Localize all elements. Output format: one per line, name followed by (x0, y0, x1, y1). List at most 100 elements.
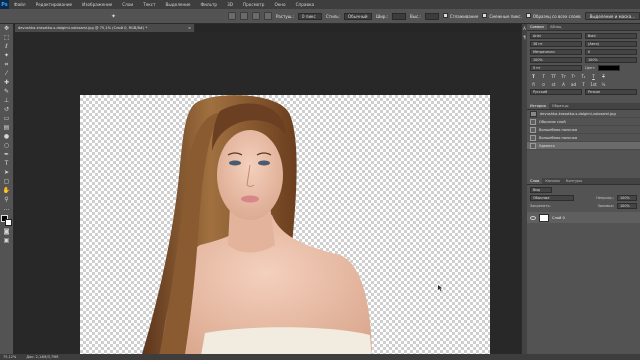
history-item-current[interactable]: Удалить (527, 142, 640, 150)
hand-tool-icon[interactable]: ✋ (2, 187, 12, 195)
all-layers-option[interactable]: Образец со всех слоев (525, 13, 581, 19)
width-input[interactable] (392, 12, 407, 20)
faux-italic-button[interactable]: T (540, 73, 547, 79)
tab-channels[interactable]: Каналы (542, 178, 562, 184)
healing-brush-tool-icon[interactable]: ✚ (2, 79, 12, 87)
brush-tool-icon[interactable]: ✎ (2, 88, 12, 96)
gradient-tool-icon[interactable]: ▤ (2, 124, 12, 132)
strikethrough-button[interactable]: T (600, 73, 607, 79)
magic-wand-icon[interactable]: ✦ (108, 13, 118, 21)
background-color-swatch[interactable] (4, 219, 12, 226)
type-tool-icon[interactable]: T (2, 160, 12, 168)
subtract-selection-icon[interactable] (251, 12, 260, 20)
eyedropper-tool-icon[interactable]: ⁄ (2, 70, 12, 78)
history-snapshot[interactable]: devushka-krasotka-s-dolgimi-volosami.jpg (527, 110, 640, 118)
menu-file[interactable]: Файл (9, 2, 31, 7)
all-layers-checkbox[interactable] (525, 13, 531, 18)
baseline-shift-field[interactable]: 0 пт (530, 65, 582, 71)
kerning-field[interactable]: Метрически (530, 49, 582, 55)
lasso-tool-icon[interactable]: ℓ (2, 43, 12, 51)
language-select[interactable]: Русский (530, 89, 582, 95)
contiguous-option[interactable]: Смежные пикс. (482, 13, 522, 19)
pen-tool-icon[interactable]: ✒ (2, 151, 12, 159)
small-caps-button[interactable]: Tт (560, 73, 567, 79)
magic-wand-tool-icon[interactable]: ✦ (2, 52, 12, 60)
history-brush-tool-icon[interactable]: ↺ (2, 106, 12, 114)
history-item[interactable]: Обычное слой (527, 118, 640, 126)
font-size-field[interactable]: 36 пт (530, 41, 582, 47)
menu-select[interactable]: Выделение (161, 2, 196, 7)
stamp-tool-icon[interactable]: ⊥ (2, 97, 12, 105)
tab-history[interactable]: История (527, 103, 549, 109)
color-swatches[interactable] (0, 215, 13, 227)
menu-view[interactable]: Просмотр (238, 2, 270, 7)
opacity-field[interactable]: 100% (617, 195, 637, 201)
zoom-level[interactable]: 75,12% (3, 355, 16, 359)
screen-mode-icon[interactable]: ▣ (2, 237, 12, 245)
antialias-select[interactable]: Резкое (585, 89, 637, 95)
marquee-tool-icon[interactable]: ⬚ (2, 34, 12, 42)
menu-edit[interactable]: Редактирование (31, 2, 78, 7)
antialias-option[interactable]: Сглаживание (442, 13, 478, 19)
shape-tool-icon[interactable]: ▢ (2, 178, 12, 186)
menu-3d[interactable]: 3D (222, 2, 238, 7)
stylistic-alternates-button[interactable]: ad (570, 81, 577, 87)
blend-mode-select[interactable]: Обычные (530, 195, 574, 201)
faux-bold-button[interactable]: T (530, 73, 537, 79)
ordinals-button[interactable]: 1st (590, 81, 597, 87)
history-item[interactable]: Волшебная палочка (527, 134, 640, 142)
tab-paths[interactable]: Контуры (563, 178, 585, 184)
text-color-swatch[interactable] (598, 65, 621, 71)
discretionary-ligatures-button[interactable]: st (550, 81, 557, 87)
more-tools-icon[interactable]: … (2, 205, 12, 213)
add-to-selection-icon[interactable] (239, 12, 248, 20)
tracking-field[interactable]: 0 (585, 49, 637, 55)
font-style-select[interactable]: Bold (585, 33, 637, 39)
history-item[interactable]: Волшебная палочка (527, 126, 640, 134)
layer-row[interactable]: Слой 0 (527, 212, 640, 223)
dodge-tool-icon[interactable]: ○ (2, 142, 12, 150)
contiguous-checkbox[interactable] (482, 13, 488, 18)
tab-swatches[interactable]: Образцы (549, 103, 572, 109)
menu-type[interactable]: Текст (138, 2, 160, 7)
document-canvas[interactable] (80, 95, 490, 360)
style-select[interactable]: Обычный (344, 12, 372, 20)
document-tab[interactable]: devushka-krasotka-s-dolgimi-volosami.jpg… (15, 24, 195, 32)
select-and-mask-button[interactable]: Выделение и маска... (584, 12, 640, 20)
antialias-checkbox[interactable] (442, 13, 448, 18)
move-tool-icon[interactable]: ✥ (2, 25, 12, 33)
new-selection-icon[interactable] (227, 12, 236, 20)
menu-image[interactable]: Изображение (77, 2, 117, 7)
tab-layers[interactable]: Слои (527, 178, 543, 184)
eraser-tool-icon[interactable]: ▭ (2, 115, 12, 123)
subscript-button[interactable]: T₁ (580, 73, 587, 79)
menu-filter[interactable]: Фильтр (196, 2, 223, 7)
alternates-button[interactable]: σ (540, 81, 547, 87)
all-caps-button[interactable]: TT (550, 73, 557, 79)
path-selection-tool-icon[interactable]: ➤ (2, 169, 12, 177)
fractions-button[interactable]: ½ (600, 81, 607, 87)
close-tab-icon[interactable]: × (188, 26, 194, 30)
zoom-tool-icon[interactable]: ⚲ (2, 196, 12, 204)
ligatures-button[interactable]: fi (530, 81, 537, 87)
feather-input[interactable]: 0 пикс (298, 12, 323, 20)
quick-mask-icon[interactable]: ◙ (2, 228, 12, 236)
crop-tool-icon[interactable]: ⌗ (2, 61, 12, 69)
menu-layer[interactable]: Слои (117, 2, 138, 7)
swash-button[interactable]: A (560, 81, 567, 87)
visibility-eye-icon[interactable] (530, 215, 536, 220)
superscript-button[interactable]: T¹ (570, 73, 577, 79)
fill-field[interactable]: 100% (617, 203, 637, 209)
titling-button[interactable]: T (580, 81, 587, 87)
tab-paragraph[interactable]: Абзац (547, 24, 564, 30)
menu-help[interactable]: Справка (291, 2, 319, 7)
leading-field[interactable]: (Авто) (585, 41, 637, 47)
layer-filter-kind[interactable]: Вид (530, 187, 552, 193)
intersect-selection-icon[interactable] (263, 12, 272, 20)
menu-window[interactable]: Окно (269, 2, 290, 7)
underline-button[interactable]: T (590, 73, 597, 79)
font-family-select[interactable]: Arial (530, 33, 582, 39)
vertical-scale-field[interactable]: 100% (530, 57, 582, 63)
height-input[interactable] (424, 12, 439, 20)
tab-character[interactable]: Символ (527, 24, 548, 30)
